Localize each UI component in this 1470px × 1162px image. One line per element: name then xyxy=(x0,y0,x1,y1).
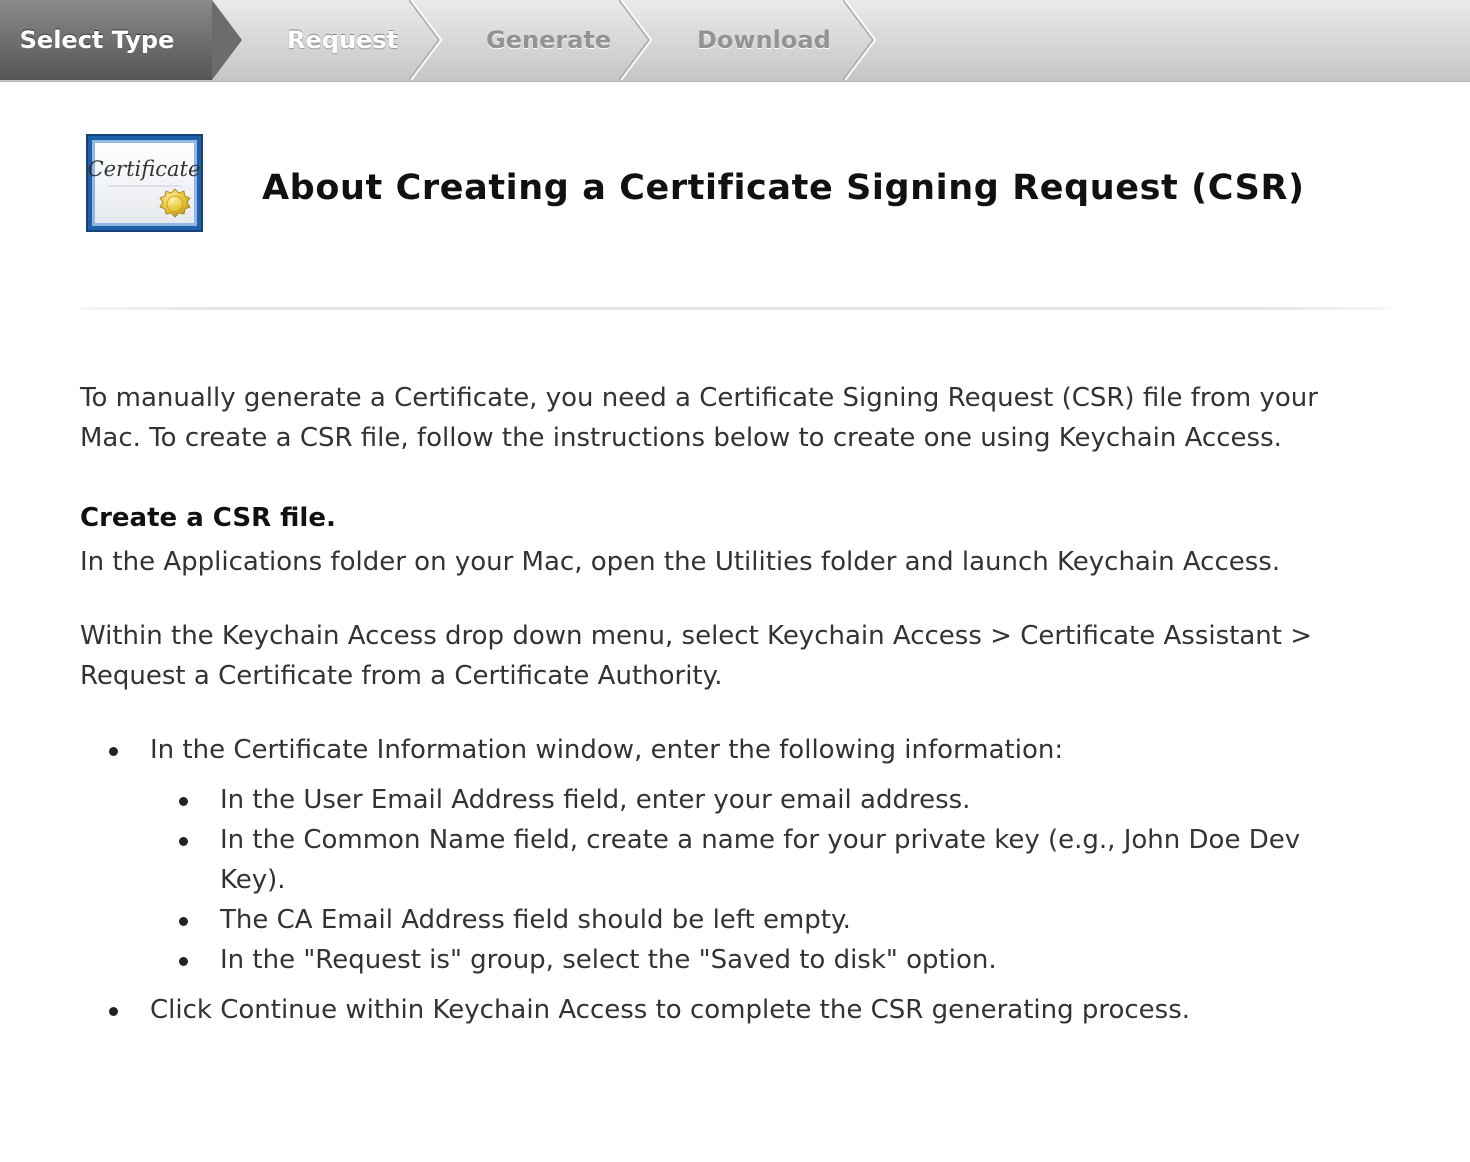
page: Select Type Request Generate Download Ce… xyxy=(0,0,1470,1162)
step-download[interactable]: Download xyxy=(697,0,831,80)
step-generate[interactable]: Generate xyxy=(486,0,611,80)
step-label: Download xyxy=(697,26,831,54)
step-progress-bar: Select Type Request Generate Download xyxy=(0,0,1470,82)
list-item-text: In the Certificate Information window, e… xyxy=(150,735,1064,765)
list-item: In the Certificate Information window, e… xyxy=(109,730,1370,980)
step-label: Request xyxy=(287,26,399,54)
instruction-paragraph: Within the Keychain Access drop down men… xyxy=(80,621,1313,691)
intro-text: To manually generate a Certificate, you … xyxy=(80,383,1318,453)
step-request[interactable]: Request xyxy=(287,0,398,80)
step-label: Select Type xyxy=(19,26,175,54)
certificate-icon: Certificate xyxy=(86,134,203,232)
section-heading: Create a CSR file. xyxy=(80,503,336,533)
chevron-right-icon xyxy=(843,0,879,80)
step-select-type[interactable]: Select Type xyxy=(0,0,242,80)
list-item: In the User Email Address field, enter y… xyxy=(179,780,1370,820)
chevron-right-icon xyxy=(619,0,655,80)
instruction-paragraph: In the Applications folder on your Mac, … xyxy=(80,547,1281,577)
svg-text:Certificate: Certificate xyxy=(88,157,201,181)
page-title: About Creating a Certificate Signing Req… xyxy=(262,168,1305,208)
bullet-list: In the Certificate Information window, e… xyxy=(80,730,1370,1030)
chevron-right-icon xyxy=(409,0,445,80)
instructions: To manually generate a Certificate, you … xyxy=(80,378,1370,1030)
list-item: Click Continue within Keychain Access to… xyxy=(109,990,1370,1030)
sub-bullet-list: In the User Email Address field, enter y… xyxy=(150,780,1370,980)
step-label: Generate xyxy=(486,26,612,54)
list-item: In the "Request is" group, select the "S… xyxy=(179,940,1370,980)
divider xyxy=(80,307,1390,310)
list-item: In the Common Name field, create a name … xyxy=(179,820,1370,900)
list-item: The CA Email Address field should be lef… xyxy=(179,900,1370,940)
